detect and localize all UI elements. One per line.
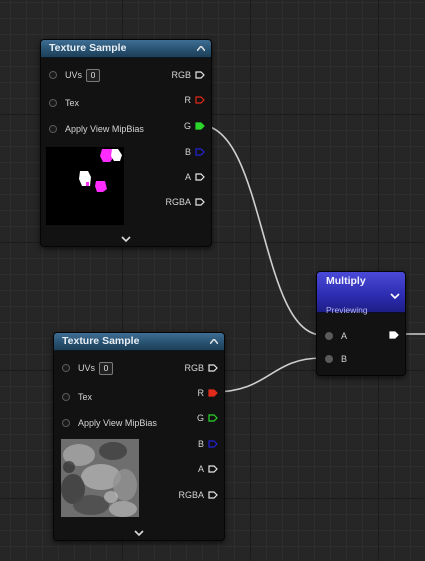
input-label: Tex (78, 392, 93, 402)
output-rgba[interactable]: RGBA (165, 195, 205, 209)
input-label: Apply View MipBias (65, 124, 144, 134)
input-pin-icon[interactable] (325, 332, 333, 340)
node-header[interactable]: Multiply Previewing (317, 272, 405, 315)
input-pin-icon[interactable] (49, 71, 57, 79)
input-pin-icon[interactable] (62, 393, 70, 401)
node-header[interactable]: Texture Sample (41, 40, 211, 58)
output-a[interactable]: A (198, 462, 218, 476)
output-label: RGBA (178, 490, 204, 500)
node-title: Texture Sample (49, 42, 127, 54)
output-pin-icon[interactable] (195, 122, 205, 130)
wire-r-to-multiply-b[interactable] (212, 357, 323, 393)
output-label: G (183, 121, 191, 131)
input-label: UVs (65, 70, 83, 80)
input-label: B (341, 354, 348, 364)
node-header[interactable]: Texture Sample (54, 333, 224, 351)
collapse-chevron-icon[interactable] (208, 333, 220, 350)
output-rgb[interactable]: RGB (184, 361, 218, 375)
input-tex[interactable]: Tex (62, 390, 92, 404)
output-pin-icon[interactable] (195, 96, 205, 104)
output-pin-icon[interactable] (208, 364, 218, 372)
node-title: Multiply (326, 275, 366, 287)
uvs-value-field[interactable]: 0 (99, 361, 114, 375)
input-label: A (341, 331, 348, 341)
output-pin-icon[interactable] (195, 173, 205, 181)
output-pin-icon[interactable] (195, 198, 205, 206)
input-apply-view-mipbias[interactable]: Apply View MipBias (49, 122, 144, 136)
output-r[interactable]: R (185, 93, 206, 107)
input-pin-icon[interactable] (62, 419, 70, 427)
expand-chevron-icon[interactable] (133, 528, 145, 538)
output-label: RGBA (165, 197, 191, 207)
output-label: G (196, 413, 204, 423)
wire-g-to-multiply-a[interactable] (199, 124, 323, 336)
texture-preview-thumbnail (61, 439, 139, 517)
input-pin-icon[interactable] (49, 125, 57, 133)
output-label: A (184, 172, 191, 182)
output-rgba[interactable]: RGBA (178, 488, 218, 502)
output-a[interactable]: A (185, 170, 205, 184)
output-b[interactable]: B (185, 145, 205, 159)
output-label: R (184, 95, 192, 105)
input-b[interactable]: B (325, 352, 347, 366)
output-label: RGB (171, 70, 191, 80)
input-pin-icon[interactable] (62, 364, 70, 372)
output-g[interactable]: G (184, 119, 205, 133)
input-a[interactable]: A (325, 329, 347, 343)
uvs-value-field[interactable]: 0 (86, 68, 101, 82)
expand-chevron-icon[interactable] (389, 291, 401, 301)
input-label: UVs (78, 363, 96, 373)
output-pin-icon[interactable] (208, 414, 218, 422)
output-pin-icon[interactable] (389, 331, 399, 339)
output-label: B (184, 147, 191, 157)
output-label: B (197, 439, 204, 449)
output-g[interactable]: G (197, 411, 218, 425)
node-preview-status: Previewing (326, 305, 368, 315)
output-pin-icon[interactable] (208, 465, 218, 473)
texture-sample-node-1[interactable]: Texture Sample UVs 0 Tex Apply View MipB… (40, 39, 212, 247)
texture-sample-node-2[interactable]: Texture Sample UVs 0 Tex Apply View MipB… (53, 332, 225, 541)
input-label: Apply View MipBias (78, 418, 157, 428)
output-pin-icon[interactable] (208, 491, 218, 499)
output-pin-icon[interactable] (195, 148, 205, 156)
output-pin-icon[interactable] (208, 389, 218, 397)
input-label: Tex (65, 98, 80, 108)
input-uvs[interactable]: UVs 0 (49, 68, 101, 82)
input-tex[interactable]: Tex (49, 96, 79, 110)
output-label: A (197, 464, 204, 474)
output-pin-icon[interactable] (208, 440, 218, 448)
output-b[interactable]: B (198, 437, 218, 451)
node-title: Texture Sample (62, 335, 140, 347)
expand-chevron-icon[interactable] (120, 234, 132, 244)
output-r[interactable]: R (198, 386, 219, 400)
collapse-chevron-icon[interactable] (195, 40, 207, 57)
multiply-node[interactable]: Multiply Previewing A B (316, 271, 406, 376)
input-uvs[interactable]: UVs 0 (62, 361, 114, 375)
output-pin-icon[interactable] (195, 71, 205, 79)
input-pin-icon[interactable] (325, 355, 333, 363)
input-apply-view-mipbias[interactable]: Apply View MipBias (62, 416, 157, 430)
output-label: RGB (184, 363, 204, 373)
output-rgb[interactable]: RGB (171, 68, 205, 82)
output-label: R (197, 388, 205, 398)
input-pin-icon[interactable] (49, 99, 57, 107)
texture-preview-thumbnail (46, 147, 124, 225)
